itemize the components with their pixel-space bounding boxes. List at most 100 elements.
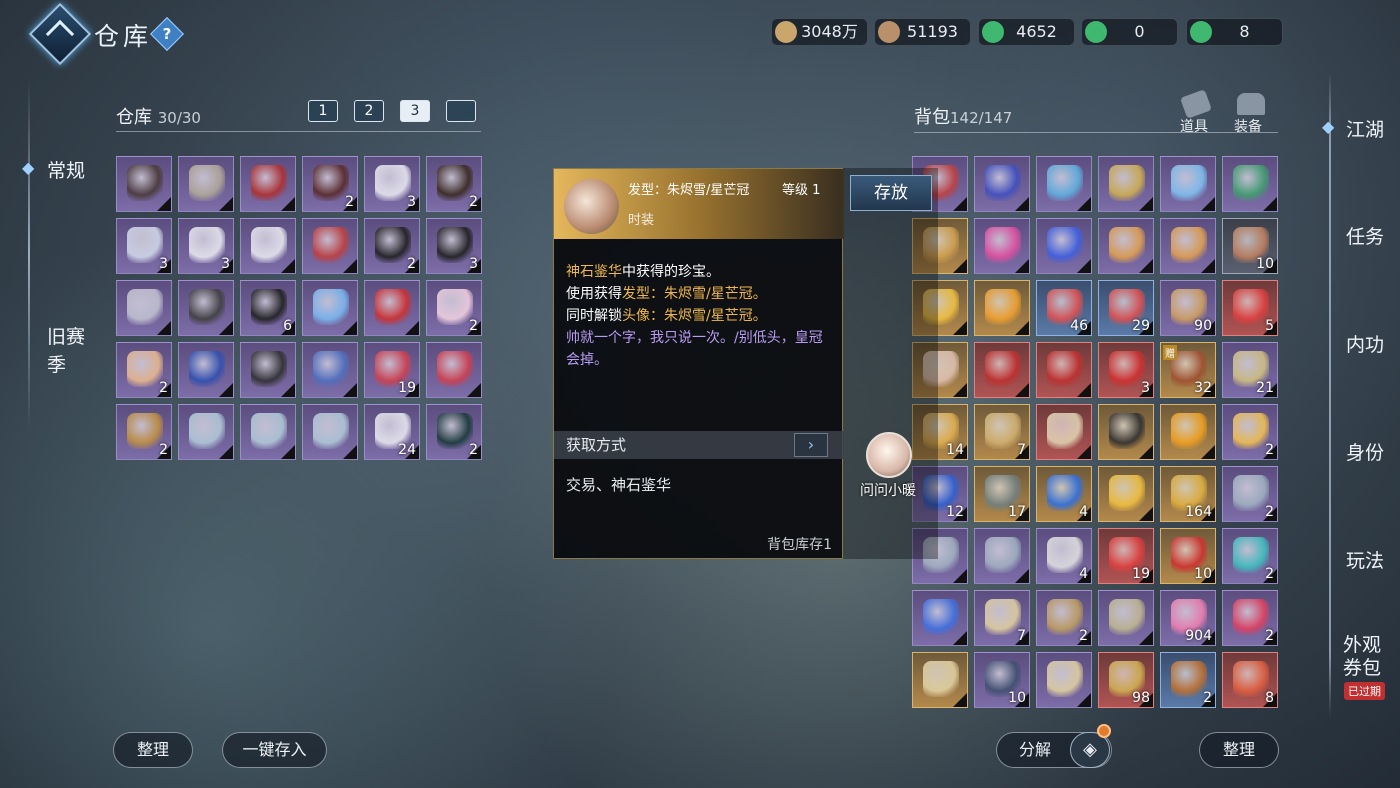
inventory-slot[interactable]: 赠 32 bbox=[1160, 342, 1216, 398]
inventory-slot[interactable] bbox=[240, 156, 296, 212]
inventory-slot[interactable]: 4 bbox=[1036, 466, 1092, 522]
inventory-slot[interactable]: 5 bbox=[1222, 280, 1278, 336]
inventory-slot[interactable] bbox=[912, 652, 968, 708]
inventory-slot[interactable] bbox=[1098, 466, 1154, 522]
inventory-slot[interactable] bbox=[1098, 404, 1154, 460]
inventory-slot[interactable] bbox=[974, 280, 1030, 336]
inventory-slot[interactable] bbox=[1160, 218, 1216, 274]
inventory-slot[interactable]: 2 bbox=[116, 342, 172, 398]
nav-tasks[interactable]: 任务 bbox=[1346, 222, 1384, 249]
inventory-slot[interactable]: 10 bbox=[1160, 528, 1216, 584]
inventory-slot[interactable]: 24 bbox=[364, 404, 420, 460]
assistant-label[interactable]: 问问小暖 bbox=[860, 480, 916, 500]
inventory-slot[interactable] bbox=[974, 156, 1030, 212]
inventory-slot[interactable]: 3 bbox=[1098, 342, 1154, 398]
inventory-slot[interactable]: 2 bbox=[426, 280, 482, 336]
warehouse-tab-4[interactable] bbox=[446, 100, 476, 122]
inventory-slot[interactable]: 2 bbox=[426, 404, 482, 460]
inventory-slot[interactable]: 10 bbox=[1222, 218, 1278, 274]
inventory-slot[interactable]: 46 bbox=[1036, 280, 1092, 336]
inventory-slot[interactable]: 21 bbox=[1222, 342, 1278, 398]
inventory-slot[interactable]: 19 bbox=[1098, 528, 1154, 584]
currency-5[interactable]: 8 bbox=[1186, 18, 1283, 46]
currency-2[interactable]: 51193 bbox=[874, 18, 971, 46]
warehouse-sort-button[interactable]: 整理 bbox=[113, 732, 193, 768]
inventory-slot[interactable] bbox=[1036, 156, 1092, 212]
inventory-slot[interactable]: 3 bbox=[426, 218, 482, 274]
inventory-slot[interactable] bbox=[974, 528, 1030, 584]
inventory-slot[interactable]: 29 bbox=[1098, 280, 1154, 336]
inventory-slot[interactable]: 19 bbox=[364, 342, 420, 398]
inventory-slot[interactable]: 2 bbox=[364, 218, 420, 274]
inventory-slot[interactable]: 3 bbox=[116, 218, 172, 274]
warehouse-tab-2[interactable]: 2 bbox=[354, 100, 384, 122]
inventory-slot[interactable]: 98 bbox=[1098, 652, 1154, 708]
inventory-slot[interactable]: 2 bbox=[1036, 590, 1092, 646]
deposit-all-button[interactable]: 一键存入 bbox=[222, 732, 327, 768]
inventory-slot[interactable] bbox=[1160, 404, 1216, 460]
inventory-slot[interactable]: 2 bbox=[1160, 652, 1216, 708]
inventory-slot[interactable]: 8 bbox=[1222, 652, 1278, 708]
inventory-slot[interactable] bbox=[116, 156, 172, 212]
inventory-slot[interactable] bbox=[974, 342, 1030, 398]
nav-regular[interactable]: 常规 bbox=[47, 156, 85, 183]
bag-tab-items[interactable]: 道具 bbox=[1180, 116, 1208, 136]
inventory-slot[interactable] bbox=[178, 404, 234, 460]
inventory-slot[interactable]: 7 bbox=[974, 404, 1030, 460]
inventory-slot[interactable]: 904 bbox=[1160, 590, 1216, 646]
inventory-slot[interactable] bbox=[178, 342, 234, 398]
inventory-slot[interactable]: 17 bbox=[974, 466, 1030, 522]
inventory-slot[interactable]: 7 bbox=[974, 590, 1030, 646]
inventory-slot[interactable]: 2 bbox=[1222, 528, 1278, 584]
inventory-slot[interactable]: 90 bbox=[1160, 280, 1216, 336]
inventory-slot[interactable] bbox=[302, 404, 358, 460]
inventory-slot[interactable] bbox=[302, 342, 358, 398]
inventory-slot[interactable] bbox=[240, 404, 296, 460]
inventory-slot[interactable]: 2 bbox=[1222, 404, 1278, 460]
inventory-slot[interactable] bbox=[1222, 156, 1278, 212]
inventory-slot[interactable] bbox=[1036, 652, 1092, 708]
inventory-slot[interactable] bbox=[364, 280, 420, 336]
inventory-slot[interactable]: 2 bbox=[1222, 466, 1278, 522]
bag-sort-button[interactable]: 整理 bbox=[1199, 732, 1279, 768]
inventory-slot[interactable]: 3 bbox=[178, 218, 234, 274]
nav-old-season-2[interactable]: 季 bbox=[47, 350, 66, 377]
inventory-slot[interactable]: 6 bbox=[240, 280, 296, 336]
currency-3[interactable]: 4652 bbox=[978, 18, 1075, 46]
nav-internal[interactable]: 内功 bbox=[1346, 330, 1384, 357]
store-button[interactable]: 存放 bbox=[850, 175, 932, 211]
inventory-slot[interactable]: 10 bbox=[974, 652, 1030, 708]
inventory-slot[interactable] bbox=[178, 280, 234, 336]
inventory-slot[interactable] bbox=[116, 280, 172, 336]
inventory-slot[interactable] bbox=[1098, 590, 1154, 646]
inventory-slot[interactable] bbox=[240, 342, 296, 398]
warehouse-tab-3[interactable]: 3 bbox=[400, 100, 430, 122]
inventory-slot[interactable] bbox=[1036, 404, 1092, 460]
inventory-slot[interactable]: 2 bbox=[302, 156, 358, 212]
inventory-slot[interactable] bbox=[302, 280, 358, 336]
inventory-slot[interactable]: 2 bbox=[1222, 590, 1278, 646]
inventory-slot[interactable] bbox=[1160, 156, 1216, 212]
inventory-slot[interactable] bbox=[240, 218, 296, 274]
inventory-slot[interactable] bbox=[302, 218, 358, 274]
inventory-slot[interactable] bbox=[426, 342, 482, 398]
nav-appearance-voucher[interactable]: 外观 券包 bbox=[1343, 634, 1381, 680]
currency-1[interactable]: 3048万 bbox=[771, 18, 868, 46]
inventory-slot[interactable] bbox=[1036, 342, 1092, 398]
inventory-slot[interactable] bbox=[178, 156, 234, 212]
inventory-slot[interactable]: 3 bbox=[364, 156, 420, 212]
inventory-slot[interactable]: 2 bbox=[426, 156, 482, 212]
assistant-avatar-icon[interactable] bbox=[866, 432, 912, 478]
inventory-slot[interactable] bbox=[974, 218, 1030, 274]
inventory-slot[interactable] bbox=[1098, 156, 1154, 212]
inventory-slot[interactable]: 4 bbox=[1036, 528, 1092, 584]
nav-old-season[interactable]: 旧赛 bbox=[47, 322, 85, 349]
acquire-expand-icon[interactable]: › bbox=[794, 433, 828, 457]
inventory-slot[interactable]: 2 bbox=[116, 404, 172, 460]
inventory-slot[interactable] bbox=[1036, 218, 1092, 274]
warehouse-tab-1[interactable]: 1 bbox=[308, 100, 338, 122]
nav-gameplay[interactable]: 玩法 bbox=[1346, 546, 1384, 573]
inventory-slot[interactable] bbox=[912, 590, 968, 646]
inventory-slot[interactable] bbox=[1098, 218, 1154, 274]
nav-jianghu[interactable]: 江湖 bbox=[1346, 115, 1384, 142]
